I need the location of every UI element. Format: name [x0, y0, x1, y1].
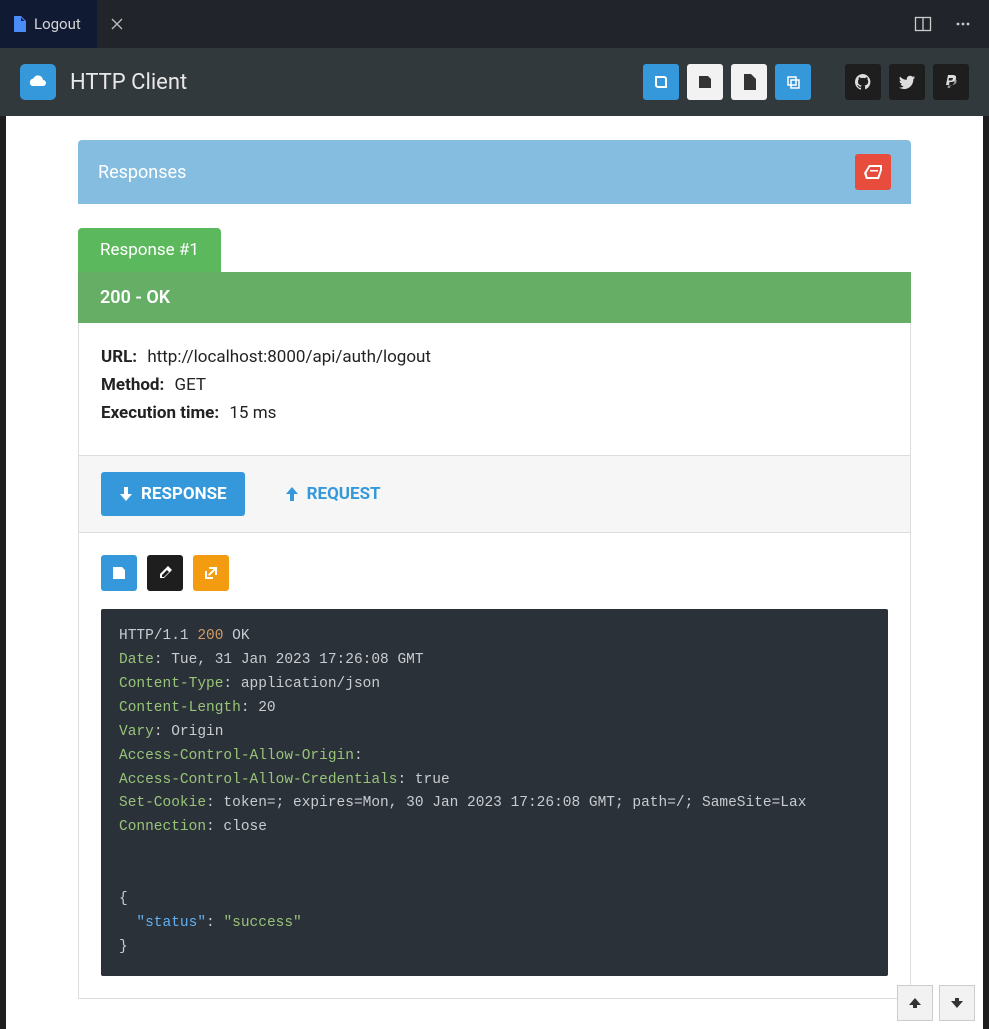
subtab-request-label: REQUEST: [307, 484, 381, 504]
header-toolbar: [643, 64, 969, 100]
response-tab-label: Response #1: [100, 240, 199, 260]
arrow-up-icon: [285, 487, 299, 501]
split-editor-icon[interactable]: [911, 12, 935, 36]
tab-label: Logout: [34, 15, 81, 33]
new-doc-button[interactable]: [731, 64, 767, 100]
edit-response-button[interactable]: [147, 555, 183, 591]
docs-button[interactable]: [643, 64, 679, 100]
content-area: Responses Response #1 200 - OK URL: http…: [6, 116, 983, 1029]
response-body-section: HTTP/1.1 200 OK Date: Tue, 31 Jan 2023 1…: [78, 533, 911, 999]
more-icon[interactable]: [951, 12, 975, 36]
url-value: http://localhost:8000/api/auth/logout: [147, 347, 431, 367]
save-response-button[interactable]: [101, 555, 137, 591]
page-nav: [897, 985, 975, 1021]
tab-group: Logout: [0, 0, 137, 48]
scroll-down-button[interactable]: [939, 985, 975, 1021]
response-subtabs: RESPONSE REQUEST: [78, 456, 911, 533]
responses-panel-body: Response #1 200 - OK URL: http://localho…: [78, 204, 911, 999]
save-button[interactable]: [687, 64, 723, 100]
url-label: URL:: [101, 347, 137, 367]
response-raw[interactable]: HTTP/1.1 200 OK Date: Tue, 31 Jan 2023 1…: [101, 609, 888, 976]
subtab-request[interactable]: REQUEST: [267, 472, 399, 516]
method-value: GET: [175, 375, 207, 395]
subtab-response-label: RESPONSE: [141, 484, 227, 504]
response-status: 200 - OK: [78, 272, 911, 323]
tab-close-button[interactable]: [97, 0, 137, 48]
response-summary: URL: http://localhost:8000/api/auth/logo…: [78, 323, 911, 456]
subtab-response[interactable]: RESPONSE: [101, 472, 245, 516]
file-icon: [12, 16, 26, 32]
tab-logout[interactable]: Logout: [0, 0, 97, 48]
titlebar-actions: [911, 0, 989, 48]
exec-time-label: Execution time:: [101, 403, 219, 423]
open-external-button[interactable]: [193, 555, 229, 591]
github-button[interactable]: [845, 64, 881, 100]
exec-time-value: 15 ms: [229, 403, 276, 423]
app-header: HTTP Client: [0, 48, 989, 116]
copy-button[interactable]: [775, 64, 811, 100]
arrow-down-icon: [119, 487, 133, 501]
status-text: 200 - OK: [100, 287, 170, 308]
twitter-button[interactable]: [889, 64, 925, 100]
app-title: HTTP Client: [70, 70, 187, 95]
responses-panel-title: Responses: [98, 162, 186, 183]
paypal-button[interactable]: [933, 64, 969, 100]
method-label: Method:: [101, 375, 164, 395]
code-actions: [101, 555, 888, 591]
scroll-up-button[interactable]: [897, 985, 933, 1021]
response-tab-1[interactable]: Response #1: [78, 228, 221, 272]
editor-tabbar: Logout: [0, 0, 989, 48]
responses-panel-header: Responses: [78, 140, 911, 204]
clear-responses-button[interactable]: [855, 154, 891, 190]
app-logo: [20, 64, 56, 100]
